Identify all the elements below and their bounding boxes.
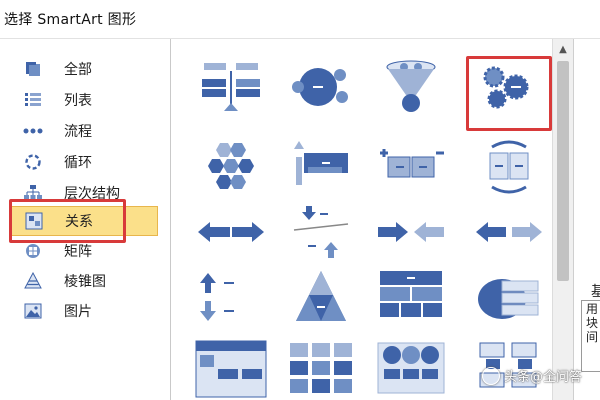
category-label: 棱锥图 xyxy=(64,274,106,290)
opposing-arrows-graphic[interactable] xyxy=(472,202,546,262)
dialog-title: 选择 SmartArt 图形 xyxy=(4,12,137,28)
plus-minus-graphic[interactable] xyxy=(374,137,448,197)
funnel-graphic[interactable] xyxy=(374,57,448,117)
category-label: 关系 xyxy=(65,214,93,230)
watermark: 头条@全问答 xyxy=(482,366,582,385)
category-label: 矩阵 xyxy=(64,244,92,260)
relationship-icon xyxy=(23,211,45,231)
category-label: 层次结构 xyxy=(64,186,120,202)
counterbalance-arrows-graphic[interactable] xyxy=(284,202,358,262)
category-process[interactable]: 流程 xyxy=(10,117,160,145)
category-cycle[interactable]: 循环 xyxy=(10,148,160,176)
converging-arrows-graphic[interactable] xyxy=(374,202,448,262)
category-all[interactable]: 全部 xyxy=(10,55,160,83)
category-picture[interactable]: 图片 xyxy=(10,297,160,325)
watermark-text: 头条@全问答 xyxy=(504,370,583,385)
category-hierarchy[interactable]: 层次结构 xyxy=(10,179,160,207)
all-icon xyxy=(22,59,44,79)
hierarchy-icon xyxy=(22,183,44,203)
category-matrix[interactable]: 矩阵 xyxy=(10,237,160,265)
table-hierarchy-graphic[interactable] xyxy=(374,267,448,327)
gallery-scrollbar[interactable]: ▲ xyxy=(552,39,573,400)
description-heading: 基 xyxy=(591,284,600,300)
scroll-thumb[interactable] xyxy=(557,61,569,281)
cycle-icon xyxy=(22,152,44,172)
category-pyramid[interactable]: 棱锥图 xyxy=(10,267,160,295)
balance-graphic[interactable] xyxy=(194,57,268,117)
arrow-ribbon-graphic[interactable] xyxy=(284,137,358,197)
segmented-pyramid-graphic[interactable] xyxy=(284,267,358,327)
process-icon xyxy=(22,121,44,141)
matrix-icon xyxy=(22,241,44,261)
diverging-arrows-graphic[interactable] xyxy=(194,202,268,262)
list-icon xyxy=(22,90,44,110)
category-label: 流程 xyxy=(64,124,92,140)
up-down-arrows-graphic[interactable] xyxy=(194,267,268,327)
category-label: 循环 xyxy=(64,155,92,171)
category-label: 全部 xyxy=(64,62,92,78)
description-text: 用块间 xyxy=(586,302,599,344)
hexagon-cluster-graphic[interactable] xyxy=(194,137,268,197)
grid-matrix-graphic[interactable] xyxy=(284,339,358,399)
title-picture-graphic[interactable] xyxy=(194,339,268,399)
opposing-ideas-graphic[interactable] xyxy=(472,137,546,197)
category-list-type[interactable]: 列表 xyxy=(10,86,160,114)
circle-relationship-graphic[interactable] xyxy=(284,57,358,117)
category-relationship[interactable]: 关系 xyxy=(10,206,158,236)
watermark-logo-icon xyxy=(482,366,500,385)
category-list: 全部 列表 流程 循环 层次结构 关系 矩阵 棱锥图 图片 xyxy=(0,39,171,400)
smartart-gallery xyxy=(172,39,550,400)
scroll-up-arrow-icon[interactable]: ▲ xyxy=(553,39,573,59)
category-label: 图片 xyxy=(64,304,92,320)
picture-icon xyxy=(22,301,44,321)
stacked-venn-graphic[interactable] xyxy=(472,267,546,327)
dialog-title-bar: 选择 SmartArt 图形 xyxy=(0,0,600,39)
gear-graphic[interactable] xyxy=(472,57,546,117)
circle-process-graphic[interactable] xyxy=(374,339,448,399)
category-label: 列表 xyxy=(64,93,92,109)
pyramid-icon xyxy=(22,271,44,291)
